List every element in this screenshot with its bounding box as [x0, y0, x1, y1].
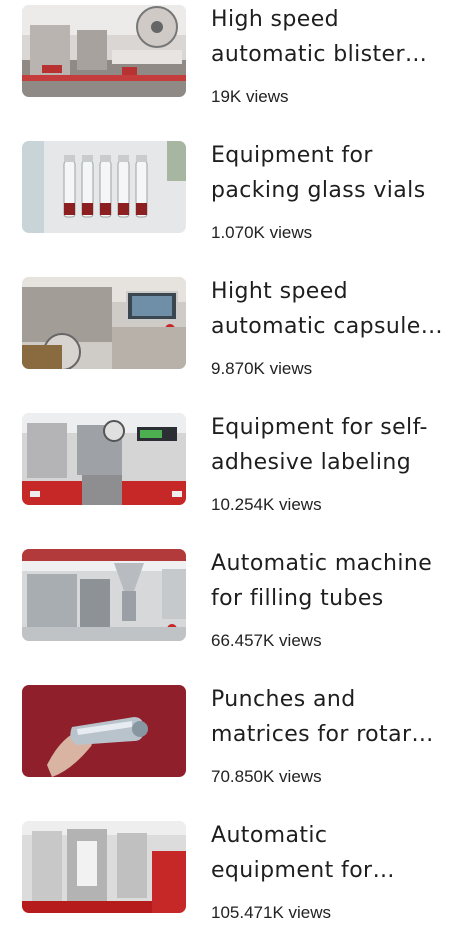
- video-thumbnail[interactable]: [22, 277, 186, 369]
- video-item[interactable]: Punches and matrices for rotary presses …: [0, 680, 461, 800]
- view-count: 66.457K views: [211, 631, 322, 650]
- capsule-filling-image: [22, 277, 186, 369]
- view-count: 19K views: [211, 87, 289, 106]
- view-count: 105.471K views: [211, 903, 332, 922]
- view-count: 9.870K views: [211, 359, 313, 378]
- video-item[interactable]: Automatic machine for filling tubes 66.4…: [0, 544, 461, 664]
- view-count: 1.070K views: [211, 223, 313, 242]
- labeling-machine-image: [22, 413, 186, 505]
- video-thumbnail[interactable]: [22, 5, 186, 97]
- video-item[interactable]: High speed automatic blister packing mac…: [0, 0, 461, 120]
- video-item[interactable]: Equipment for self-adhesive labeling 10.…: [0, 408, 461, 528]
- view-count: 10.254K views: [211, 495, 322, 514]
- video-title[interactable]: High speed automatic blister packing mac…: [211, 2, 446, 72]
- tube-filling-image: [22, 549, 186, 641]
- video-thumbnail[interactable]: [22, 549, 186, 641]
- video-list: High speed automatic blister packing mac…: [0, 0, 461, 925]
- video-thumbnail[interactable]: [22, 821, 186, 913]
- video-item[interactable]: Equipment for packing glass vials 1.070K…: [0, 136, 461, 256]
- video-title[interactable]: Hight speed automatic capsule filling: [211, 274, 446, 344]
- video-title[interactable]: Automatic machine for filling tubes: [211, 546, 446, 616]
- video-thumbnail[interactable]: [22, 685, 186, 777]
- blister-machine-image: [22, 5, 186, 97]
- sachet-packing-image: [22, 821, 186, 913]
- punch-tool-image: [22, 685, 186, 777]
- view-count: 70.850K views: [211, 767, 322, 786]
- video-title[interactable]: Equipment for packing glass vials: [211, 138, 446, 208]
- glass-vials-image: [22, 141, 186, 233]
- video-thumbnail[interactable]: [22, 141, 186, 233]
- video-title[interactable]: Punches and matrices for rotary presses: [211, 682, 446, 752]
- video-item[interactable]: Automatic equipment for packing sachets …: [0, 816, 461, 936]
- video-title[interactable]: Automatic equipment for packing sachets: [211, 818, 446, 888]
- video-item[interactable]: Hight speed automatic capsule filling 9.…: [0, 272, 461, 392]
- video-thumbnail[interactable]: [22, 413, 186, 505]
- video-title[interactable]: Equipment for self-adhesive labeling: [211, 410, 446, 480]
